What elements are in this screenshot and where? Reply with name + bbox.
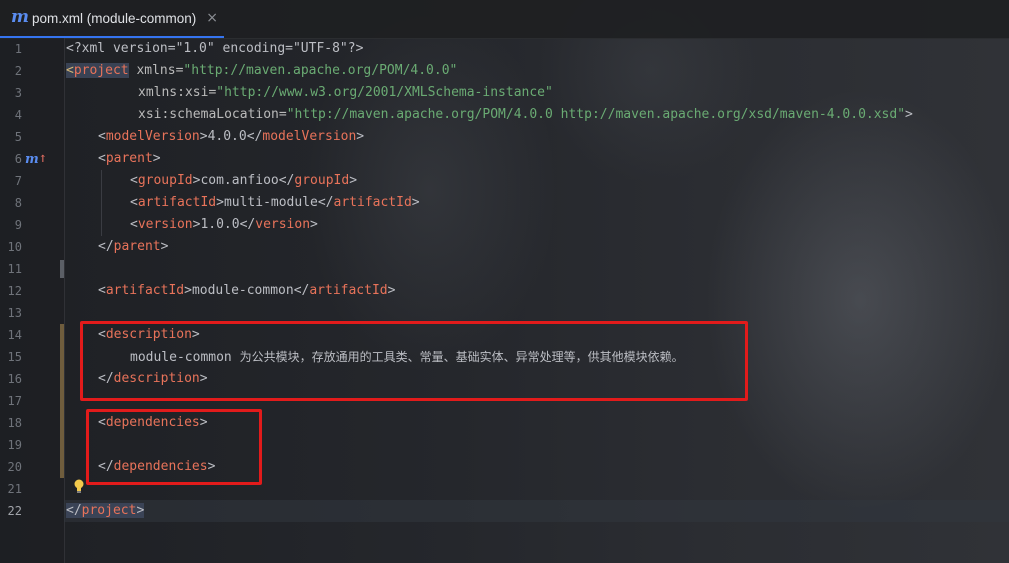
code-line-2: <project xmlns="http://maven.apache.org/…: [66, 63, 458, 78]
code-line-4: xsi:schemaLocation="http://maven.apache.…: [138, 107, 913, 122]
lightbulb-icon[interactable]: [74, 479, 84, 493]
line-number[interactable]: 20: [0, 456, 22, 478]
line-number[interactable]: 16: [0, 368, 22, 390]
code-line-22: </project>: [66, 503, 145, 518]
code-line-8: <artifactId>multi-module</artifactId>: [130, 195, 420, 210]
line-number[interactable]: 8: [0, 192, 22, 214]
line-number[interactable]: 3: [0, 82, 22, 104]
line-number[interactable]: 18: [0, 412, 22, 434]
code-line-9: <version>1.0.0</version>: [130, 217, 318, 232]
code-line-7: <groupId>com.anfioo</groupId>: [130, 173, 358, 188]
line-number[interactable]: 6: [0, 148, 22, 170]
current-line-highlight: [64, 500, 1009, 522]
code-line-10: </parent>: [98, 239, 169, 254]
line-number[interactable]: 17: [0, 390, 22, 412]
line-number[interactable]: 15: [0, 346, 22, 368]
maven-file-icon: m: [11, 7, 29, 27]
line-number[interactable]: 4: [0, 104, 22, 126]
close-icon[interactable]: ×: [206, 10, 218, 26]
code-line-12: <artifactId>module-common</artifactId>: [98, 283, 396, 298]
line-number[interactable]: 11: [0, 258, 22, 280]
code-line-1: <?xml version="1.0" encoding="UTF-8"?>: [66, 41, 364, 56]
line-number[interactable]: 12: [0, 280, 22, 302]
line-number[interactable]: 9: [0, 214, 22, 236]
line-number[interactable]: 19: [0, 434, 22, 456]
editor-tab-bar: m pom.xml (module-common) ×: [0, 0, 1009, 39]
tab-pom-xml[interactable]: m pom.xml (module-common) ×: [0, 0, 224, 38]
indent-guide: [101, 170, 102, 236]
maven-parent-navigate-icon[interactable]: m↑: [25, 149, 47, 171]
code-line-5: <modelVersion>4.0.0</modelVersion>: [98, 129, 365, 144]
line-number[interactable]: 7: [0, 170, 22, 192]
change-marker-modified[interactable]: [60, 260, 64, 278]
code-line-3: xmlns:xsi="http://www.w3.org/2001/XMLSch…: [138, 85, 553, 100]
line-number[interactable]: 10: [0, 236, 22, 258]
line-number[interactable]: 2: [0, 60, 22, 82]
tab-title: pom.xml (module-common): [32, 10, 197, 26]
line-number[interactable]: 13: [0, 302, 22, 324]
line-number[interactable]: 14: [0, 324, 22, 346]
highlight-box-description: [80, 321, 748, 401]
line-number[interactable]: 1: [0, 38, 22, 60]
highlight-box-dependencies: [86, 409, 262, 485]
line-number[interactable]: 5: [0, 126, 22, 148]
line-number[interactable]: 22: [0, 500, 22, 522]
line-number[interactable]: 21: [0, 478, 22, 500]
code-line-6: <parent>: [98, 151, 161, 166]
change-marker-added[interactable]: [60, 324, 64, 478]
